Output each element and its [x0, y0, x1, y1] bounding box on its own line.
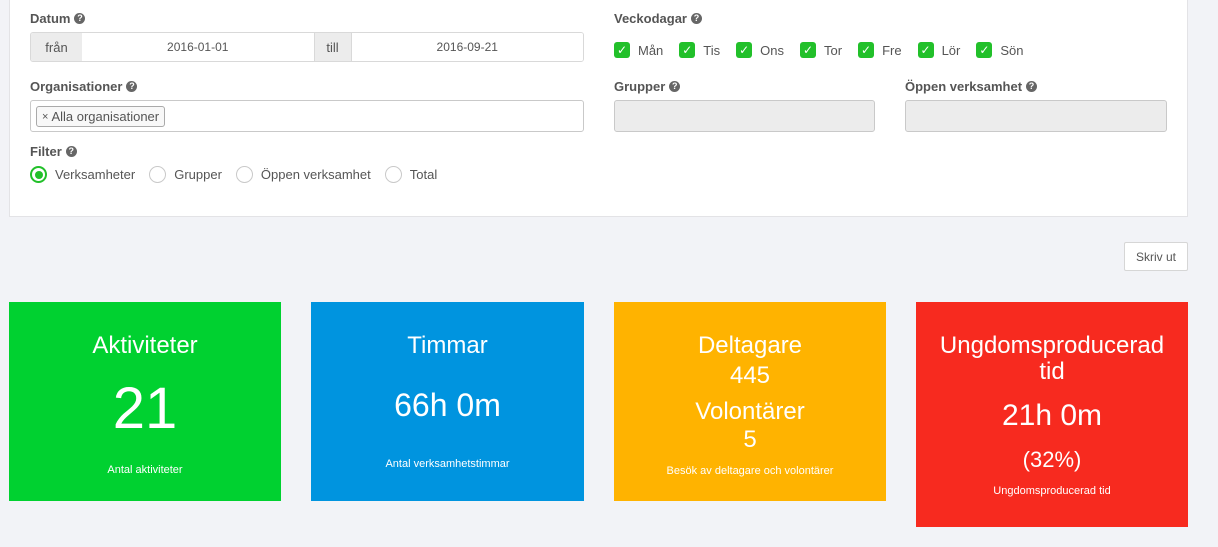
date-to-input[interactable]	[351, 33, 583, 61]
print-button[interactable]: Skriv ut	[1124, 242, 1188, 271]
card-caption: Antal verksamhetstimmar	[385, 458, 510, 470]
organisation-tag-label: Alla organisationer	[51, 109, 160, 124]
remove-tag-icon[interactable]: ×	[42, 111, 48, 123]
filter-label: Filter	[30, 144, 62, 159]
help-icon[interactable]: ?	[1026, 81, 1038, 92]
help-icon[interactable]: ?	[669, 81, 681, 92]
weekday-sat[interactable]: ✓ Lör	[917, 42, 960, 58]
organisations-label-row: Organisationer ?	[30, 79, 138, 94]
filter-radio-group: Verksamheter Grupper Öppen verksamhet To…	[30, 166, 451, 183]
help-icon[interactable]: ?	[126, 81, 138, 92]
weekdays-label: Veckodagar	[614, 11, 687, 26]
card-caption: Antal aktiviteter	[107, 464, 183, 476]
activities-card: Aktiviteter 21 Antal aktiviteter	[9, 302, 281, 501]
radio-icon[interactable]	[235, 166, 253, 183]
weekday-wed[interactable]: ✓ Ons	[736, 42, 784, 58]
youth-time-card: Ungdomsproducerad tid 21h 0m (32%) Ungdo…	[916, 302, 1188, 527]
card-percent: (32%)	[1022, 447, 1082, 472]
help-icon[interactable]: ?	[74, 13, 86, 24]
card-title: Aktiviteter	[92, 332, 198, 359]
card-value: 66h 0m	[394, 387, 501, 423]
card-title-volunteers: Volontärer	[695, 398, 805, 425]
card-caption: Ungdomsproducerad tid	[993, 485, 1111, 497]
date-from-addon: från	[31, 33, 82, 61]
filter-option-verksamheter[interactable]: Verksamheter	[30, 166, 135, 183]
card-value: 21h 0m	[1001, 399, 1103, 432]
card-caption: Besök av deltagare och volontärer	[666, 465, 834, 477]
checkbox-checked-icon[interactable]: ✓	[736, 42, 753, 58]
hours-card: Timmar 66h 0m Antal verksamhetstimmar	[311, 302, 584, 501]
weekday-checkboxes: ✓ Mån ✓ Tis ✓ Ons ✓ Tor ✓ Fre ✓ Lör ✓ Sön	[614, 42, 1040, 58]
organisation-tag: × Alla organisationer	[36, 106, 166, 127]
date-label-row: Datum ?	[30, 11, 86, 26]
participants-card: Deltagare 445 Volontärer 5 Besök av delt…	[614, 302, 886, 501]
radio-icon[interactable]	[384, 166, 402, 183]
groups-label-row: Grupper ?	[614, 79, 681, 94]
filter-option-oppen-verksamhet[interactable]: Öppen verksamhet	[235, 166, 371, 183]
groups-label: Grupper	[614, 79, 666, 94]
filter-option-grupper[interactable]: Grupper	[149, 166, 222, 183]
card-value: 21	[112, 376, 178, 441]
date-range: från till	[30, 32, 584, 62]
card-value-volunteers: 5	[743, 426, 757, 453]
card-value: 445	[729, 362, 771, 389]
weekday-sun[interactable]: ✓ Sön	[976, 42, 1024, 58]
weekday-fri[interactable]: ✓ Fre	[858, 42, 902, 58]
open-activity-select	[905, 100, 1167, 132]
weekday-tue[interactable]: ✓ Tis	[679, 42, 720, 58]
help-icon[interactable]: ?	[65, 146, 77, 157]
checkbox-checked-icon[interactable]: ✓	[976, 42, 993, 58]
card-title: Timmar	[407, 332, 488, 359]
card-title: Deltagare	[697, 332, 803, 359]
radio-selected-icon[interactable]	[30, 166, 47, 183]
weekdays-label-row: Veckodagar ?	[614, 11, 702, 26]
card-title: Ungdomsproducerad tid	[939, 332, 1165, 385]
checkbox-checked-icon[interactable]: ✓	[917, 42, 934, 58]
weekday-mon[interactable]: ✓ Mån	[614, 42, 663, 58]
checkbox-checked-icon[interactable]: ✓	[679, 42, 696, 58]
weekday-thu[interactable]: ✓ Tor	[800, 42, 842, 58]
groups-select	[614, 100, 875, 132]
checkbox-checked-icon[interactable]: ✓	[800, 42, 816, 58]
open-activity-label: Öppen verksamhet	[905, 79, 1023, 94]
date-from-input[interactable]	[82, 33, 314, 61]
organisations-label: Organisationer	[30, 79, 123, 94]
date-label: Datum	[30, 11, 71, 26]
filter-label-row: Filter ?	[30, 144, 77, 159]
date-to-addon: till	[313, 33, 352, 61]
help-icon[interactable]: ?	[691, 13, 702, 24]
checkbox-checked-icon[interactable]: ✓	[614, 42, 630, 58]
open-activity-label-row: Öppen verksamhet ?	[905, 79, 1038, 94]
radio-icon[interactable]	[149, 166, 167, 183]
organisations-select[interactable]: × Alla organisationer	[30, 100, 584, 132]
checkbox-checked-icon[interactable]: ✓	[858, 42, 875, 58]
filter-option-total[interactable]: Total	[384, 166, 437, 183]
